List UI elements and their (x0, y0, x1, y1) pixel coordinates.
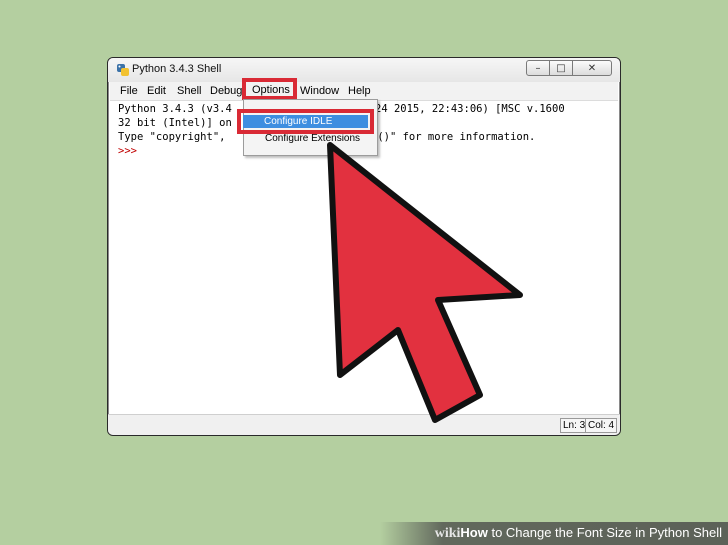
menu-debug[interactable]: Debug (210, 84, 242, 98)
menu-options[interactable]: Options (252, 83, 290, 97)
menu-help[interactable]: Help (348, 84, 371, 98)
footer-rest: to Change the Font Size in Python Shell (487, 525, 722, 540)
menu-file[interactable]: File (120, 84, 138, 98)
menu-shell[interactable]: Shell (177, 84, 201, 98)
status-column: Col: 4 (585, 418, 618, 433)
shell-line-2-start: 32 bit (Intel)] on (118, 117, 232, 129)
menu-edit[interactable]: Edit (147, 84, 166, 98)
footer-title: wikiHow to Change the Font Size in Pytho… (435, 525, 722, 542)
shell-line-1-start: Python 3.4.3 (v3.4 (118, 103, 232, 115)
maximize-icon[interactable]: □ (549, 60, 573, 76)
cursor-arrow-icon (327, 142, 523, 423)
shell-prompt: >>> (118, 145, 137, 157)
footer-how: How (460, 525, 488, 540)
title-bar: Python 3.4.3 Shell – □ ✕ (108, 58, 620, 82)
dropdown-configure-idle[interactable]: Configure IDLE (264, 116, 332, 127)
window-title: Python 3.4.3 Shell (132, 63, 222, 75)
footer-wiki-logo: wiki (434, 526, 461, 541)
minimize-icon[interactable]: – (526, 60, 550, 76)
close-icon[interactable]: ✕ (572, 60, 612, 76)
shell-line-3-start: Type "copyright", (118, 131, 226, 143)
menu-options-highlight[interactable]: Options (242, 78, 297, 100)
menu-window[interactable]: Window (300, 84, 339, 98)
shell-line-1-end: 24 2015, 22:43:06) [MSC v.1600 (375, 103, 565, 115)
status-line: Ln: 3 (560, 418, 589, 433)
window-controls: – □ ✕ (526, 60, 612, 76)
python-icon (117, 64, 129, 76)
footer-banner: wikiHow to Change the Font Size in Pytho… (380, 522, 728, 545)
